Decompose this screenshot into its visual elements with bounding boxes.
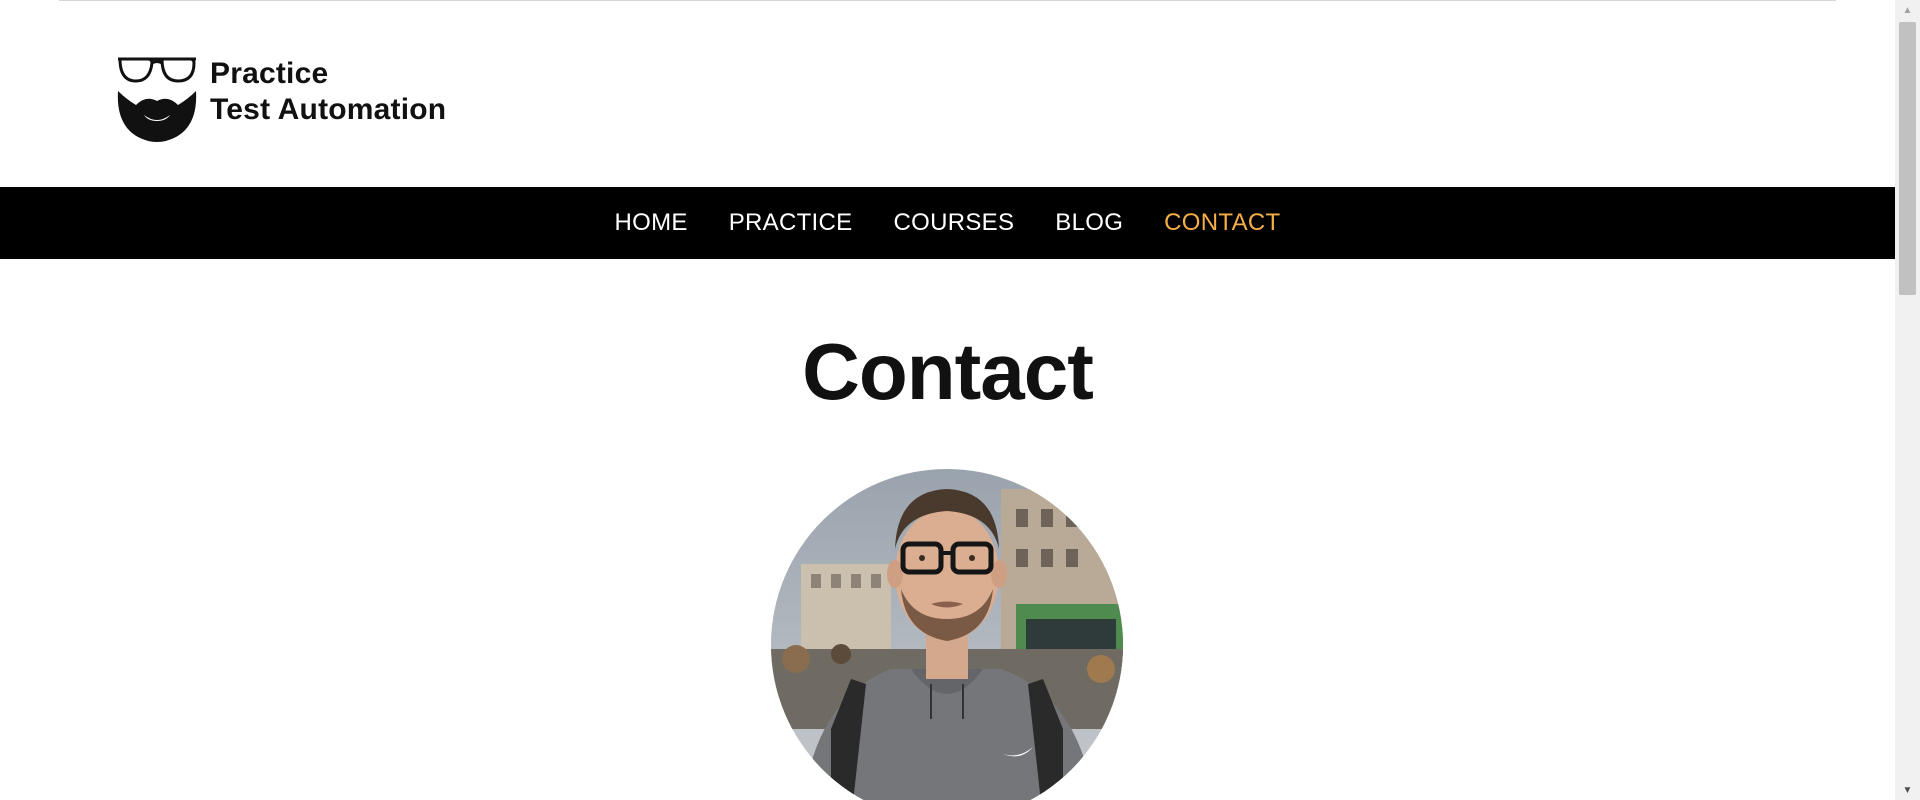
nav-item-contact[interactable]: CONTACT xyxy=(1164,209,1280,237)
nav-item-practice[interactable]: PRACTICE xyxy=(729,209,853,237)
logo-line2: Test Automation xyxy=(210,93,447,126)
main-nav: HOME PRACTICE COURSES BLOG CONTACT xyxy=(0,187,1895,259)
triangle-down-icon[interactable]: ▼ xyxy=(1895,780,1920,800)
author-photo xyxy=(771,469,1123,800)
scroll-thumb[interactable] xyxy=(1899,22,1916,295)
nav-item-home[interactable]: HOME xyxy=(615,209,688,237)
page-title: Contact xyxy=(802,327,1094,416)
person-photo-icon xyxy=(771,469,1123,800)
triangle-up-icon[interactable]: ▲ xyxy=(1895,0,1920,20)
logo-line1: Practice xyxy=(210,57,329,90)
logo-text: Practice Test Automation xyxy=(210,56,446,128)
nav-menu: HOME PRACTICE COURSES BLOG CONTACT xyxy=(0,187,1895,259)
vertical-scrollbar[interactable]: ▲ ▼ xyxy=(1895,0,1920,800)
nav-item-blog[interactable]: BLOG xyxy=(1055,209,1123,237)
page: Practice Test Automation HOME PRACTICE C… xyxy=(0,0,1895,800)
divider xyxy=(59,0,1836,1)
site-logo[interactable]: Practice Test Automation xyxy=(116,55,446,143)
glasses-beard-logo-icon xyxy=(117,57,197,142)
nav-item-courses[interactable]: COURSES xyxy=(893,209,1014,237)
